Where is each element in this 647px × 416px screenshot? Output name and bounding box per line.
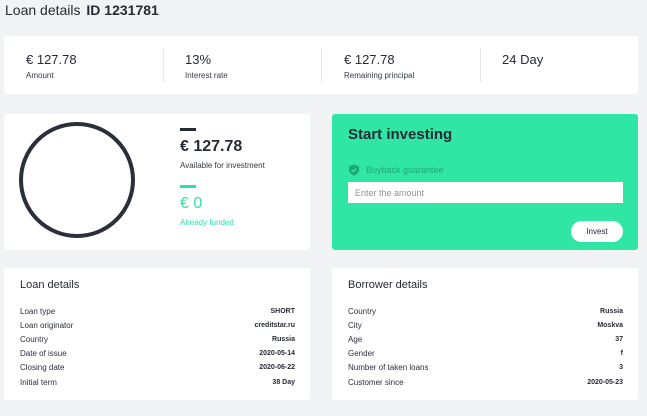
start-investing-title: Start investing bbox=[348, 126, 453, 143]
detail-label: Customer since bbox=[348, 378, 404, 387]
detail-value: 37 bbox=[615, 336, 623, 343]
detail-value: Russia bbox=[600, 308, 623, 315]
detail-value: 2020-05-23 bbox=[587, 379, 623, 386]
detail-value: f bbox=[620, 350, 623, 357]
detail-label: Loan originator bbox=[20, 321, 74, 330]
detail-value: Moskva bbox=[597, 322, 623, 329]
stat-divider bbox=[480, 48, 481, 82]
detail-label: Loan type bbox=[20, 307, 56, 316]
funded-marker bbox=[180, 185, 196, 188]
buyback-guarantee: Buyback guarantee bbox=[348, 163, 444, 177]
start-investing-panel: Start investing Buyback guarantee Invest bbox=[332, 114, 638, 250]
detail-value: Russia bbox=[272, 336, 295, 343]
loan-details-card: Loan details Loan type SHORT Loan origin… bbox=[4, 268, 310, 400]
detail-value: 2020-05-14 bbox=[259, 350, 295, 357]
detail-label: Country bbox=[348, 307, 377, 316]
loan-detail-row: Loan originator creditstar.ru bbox=[20, 319, 295, 332]
investment-summary-card: € 127.78 Available for investment € 0 Al… bbox=[4, 114, 310, 250]
borrower-detail-row: City Moskva bbox=[348, 319, 623, 332]
funded-label: Already funded bbox=[180, 218, 234, 227]
funding-progress-ring bbox=[19, 122, 135, 238]
borrower-detail-row: Country Russia bbox=[348, 305, 623, 318]
available-amount: € 127.78 bbox=[180, 138, 243, 155]
shield-check-icon bbox=[349, 164, 359, 176]
available-label: Available for investment bbox=[180, 161, 265, 170]
amount-input[interactable] bbox=[348, 182, 623, 203]
borrower-detail-row: Number of taken loans 3 bbox=[348, 361, 623, 374]
detail-label: Initial term bbox=[20, 378, 57, 387]
detail-value: creditstar.ru bbox=[254, 322, 295, 329]
available-marker bbox=[180, 128, 196, 131]
detail-label: Age bbox=[348, 335, 363, 344]
invest-button[interactable]: Invest bbox=[571, 221, 623, 242]
detail-value: 38 Day bbox=[272, 379, 295, 386]
stat-remaining-principal-value: € 127.78 bbox=[344, 52, 395, 67]
borrower-detail-row: Gender f bbox=[348, 347, 623, 360]
stat-divider bbox=[321, 48, 322, 82]
detail-label: Number of taken loans bbox=[348, 363, 429, 372]
page-title: Loan details ID 1231781 bbox=[5, 2, 159, 18]
loan-detail-row: Initial term 38 Day bbox=[20, 376, 295, 389]
stat-remaining-principal-label: Remaining principal bbox=[344, 71, 415, 80]
loan-detail-row: Date of issue 2020-05-14 bbox=[20, 347, 295, 360]
stat-interest-rate-label: Interest rate bbox=[185, 71, 228, 80]
borrower-detail-row: Customer since 2020-05-23 bbox=[348, 376, 623, 389]
loan-detail-row: Closing date 2020-06-22 bbox=[20, 361, 295, 374]
page-title-text: Loan details bbox=[5, 2, 81, 18]
borrower-detail-row: Age 37 bbox=[348, 333, 623, 346]
detail-label: Date of issue bbox=[20, 349, 67, 358]
stat-amount-value: € 127.78 bbox=[26, 52, 77, 67]
loan-detail-row: Country Russia bbox=[20, 333, 295, 346]
loan-detail-row: Loan type SHORT bbox=[20, 305, 295, 318]
detail-value: 2020-06-22 bbox=[259, 364, 295, 371]
stat-term-value: 24 Day bbox=[502, 52, 544, 67]
detail-label: Gender bbox=[348, 349, 375, 358]
funded-amount: € 0 bbox=[180, 195, 203, 212]
borrower-details-card: Borrower details Country Russia City Mos… bbox=[332, 268, 638, 400]
loan-id: ID 1231781 bbox=[86, 2, 159, 18]
stat-interest-rate-value: 13% bbox=[185, 52, 212, 67]
detail-label: Country bbox=[20, 335, 49, 344]
stat-divider bbox=[163, 48, 164, 82]
loan-details-title: Loan details bbox=[20, 279, 80, 291]
detail-label: Closing date bbox=[20, 363, 65, 372]
detail-value: SHORT bbox=[270, 308, 296, 315]
stat-amount-label: Amount bbox=[26, 71, 54, 80]
detail-value: 3 bbox=[619, 364, 623, 371]
buyback-guarantee-label: Buyback guarantee bbox=[366, 165, 444, 175]
borrower-details-title: Borrower details bbox=[348, 279, 428, 291]
detail-label: City bbox=[348, 321, 362, 330]
loan-stats-card: € 127.78 Amount 13% Interest rate € 127.… bbox=[4, 36, 638, 94]
